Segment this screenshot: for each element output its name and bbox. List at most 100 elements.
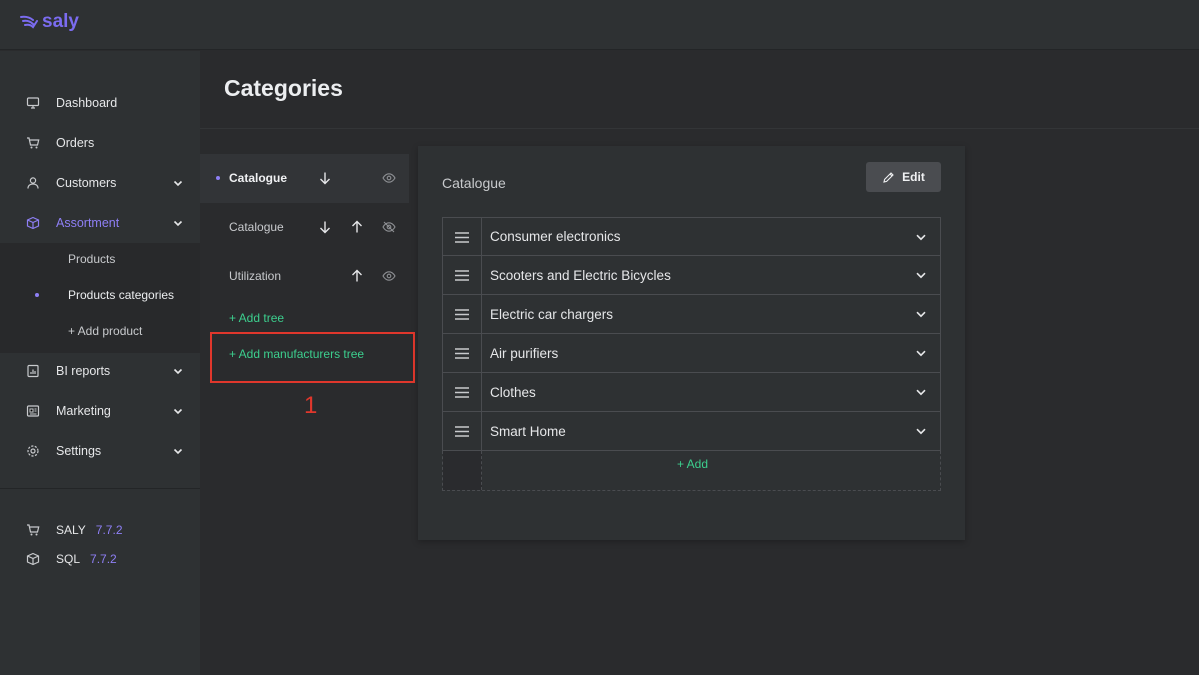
category-trees: Catalogue Catalogue Utilization + Add tr… xyxy=(200,130,415,675)
category-name: Clothes xyxy=(490,384,536,400)
version-saly: SALY 7.7.2 xyxy=(0,519,200,541)
cart-icon xyxy=(27,524,40,536)
drag-handle-icon[interactable] xyxy=(443,334,482,372)
tree-row[interactable]: Catalogue xyxy=(200,154,409,203)
category-row[interactable]: Clothes xyxy=(442,373,941,412)
add-category-link[interactable]: + Add xyxy=(443,457,942,471)
arrow-down-icon[interactable] xyxy=(317,219,333,235)
drag-handle-icon[interactable] xyxy=(443,373,482,411)
version-name: SALY xyxy=(56,523,86,537)
edit-button[interactable]: Edit xyxy=(866,162,941,192)
arrow-up-icon[interactable] xyxy=(349,268,365,284)
tree-row[interactable]: Catalogue xyxy=(200,203,409,252)
cart-icon xyxy=(26,136,40,150)
version-number: 7.7.2 xyxy=(95,523,123,537)
category-list: Consumer electronics Scooters and Electr… xyxy=(442,217,941,491)
gear-icon xyxy=(26,444,40,458)
user-icon xyxy=(26,176,40,190)
category-name: Electric car chargers xyxy=(490,306,614,322)
drag-handle-icon[interactable] xyxy=(443,295,482,333)
category-row[interactable]: Scooters and Electric Bicycles xyxy=(442,256,941,295)
chevron-down-icon[interactable] xyxy=(172,405,184,417)
sidebar-item-dashboard[interactable]: Dashboard xyxy=(0,83,200,123)
box-icon xyxy=(26,216,40,230)
drag-handle-icon[interactable] xyxy=(443,218,482,256)
sidebar: Dashboard Orders Customers Assortment Pr… xyxy=(0,51,200,675)
report-icon xyxy=(26,364,40,378)
chevron-down-icon[interactable] xyxy=(914,424,928,438)
chevron-down-icon[interactable] xyxy=(914,268,928,282)
add-tree-link[interactable]: + Add tree xyxy=(229,311,284,325)
panel-title: Catalogue xyxy=(442,175,506,191)
tree-name: Utilization xyxy=(229,269,282,283)
sidebar-item-label: Settings xyxy=(56,444,102,458)
chevron-down-icon[interactable] xyxy=(172,365,184,377)
category-row[interactable]: Electric car chargers xyxy=(442,295,941,334)
version-name: SQL xyxy=(56,552,81,566)
submenu-item-label: + Add product xyxy=(68,324,143,338)
sidebar-item-bi-reports[interactable]: BI reports xyxy=(0,351,200,391)
add-category-row: + Add xyxy=(442,451,941,491)
drag-handle-icon[interactable] xyxy=(443,412,482,450)
category-row[interactable]: Consumer electronics xyxy=(442,217,941,256)
box-icon xyxy=(26,552,40,566)
monitor-icon xyxy=(26,96,40,110)
page-header: Categories xyxy=(200,51,1199,129)
version-sql: SQL 7.7.2 xyxy=(0,548,200,570)
chevron-down-icon[interactable] xyxy=(172,217,184,229)
sidebar-item-orders[interactable]: Orders xyxy=(0,123,200,163)
page-title: Categories xyxy=(224,75,343,101)
chevron-down-icon[interactable] xyxy=(914,230,928,244)
chevron-down-icon[interactable] xyxy=(914,385,928,399)
sidebar-item-label: Orders xyxy=(56,136,95,150)
submenu-item-products[interactable]: Products xyxy=(0,243,200,275)
sidebar-item-label: BI reports xyxy=(56,364,111,378)
tree-name: Catalogue xyxy=(229,171,288,185)
arrow-down-icon[interactable] xyxy=(317,170,333,186)
app-logo[interactable]: saly xyxy=(20,11,79,33)
newspaper-icon xyxy=(26,404,40,418)
sidebar-item-label: Assortment xyxy=(56,216,120,230)
logo-text: saly xyxy=(42,11,79,32)
pencil-icon xyxy=(883,171,894,183)
active-indicator-dot xyxy=(35,293,39,297)
submenu-item-label: Products xyxy=(68,252,116,266)
catalogue-panel: Catalogue Edit Consumer electronics Scoo… xyxy=(418,146,965,540)
edit-button-label: Edit xyxy=(902,170,925,184)
category-name: Air purifiers xyxy=(490,345,559,361)
sidebar-divider xyxy=(0,488,200,489)
category-name: Smart Home xyxy=(490,423,566,439)
selected-indicator-dot xyxy=(216,176,220,180)
assortment-submenu: Products Products categories + Add produ… xyxy=(0,243,200,353)
sidebar-item-assortment[interactable]: Assortment xyxy=(0,203,200,243)
submenu-item-add-product[interactable]: + Add product xyxy=(0,315,200,347)
category-row[interactable]: Smart Home xyxy=(442,412,941,451)
sidebar-item-label: Customers xyxy=(56,176,117,190)
sidebar-item-label: Marketing xyxy=(56,404,111,418)
tree-name: Catalogue xyxy=(229,220,284,234)
chevron-down-icon[interactable] xyxy=(914,307,928,321)
saly-logo-icon xyxy=(20,15,38,29)
sidebar-item-marketing[interactable]: Marketing xyxy=(0,391,200,431)
submenu-item-products-categories[interactable]: Products categories xyxy=(0,279,200,311)
chevron-down-icon[interactable] xyxy=(172,445,184,457)
sidebar-item-label: Dashboard xyxy=(56,96,118,110)
drag-handle-icon[interactable] xyxy=(443,256,482,294)
eye-icon[interactable] xyxy=(381,170,397,186)
eye-icon[interactable] xyxy=(381,268,397,284)
chevron-down-icon[interactable] xyxy=(172,177,184,189)
annotation-highlight-box xyxy=(210,332,415,383)
tree-row[interactable]: Utilization xyxy=(200,252,409,301)
category-name: Scooters and Electric Bicycles xyxy=(490,267,671,283)
eye-off-icon[interactable] xyxy=(381,219,397,235)
sidebar-item-settings[interactable]: Settings xyxy=(0,431,200,471)
sidebar-item-customers[interactable]: Customers xyxy=(0,163,200,203)
annotation-number: 1 xyxy=(304,392,318,419)
version-number: 7.7.2 xyxy=(90,552,117,566)
category-row[interactable]: Air purifiers xyxy=(442,334,941,373)
chevron-down-icon[interactable] xyxy=(914,346,928,360)
submenu-item-label: Products categories xyxy=(68,288,175,302)
arrow-up-icon[interactable] xyxy=(349,219,365,235)
category-name: Consumer electronics xyxy=(490,229,621,244)
top-bar: saly xyxy=(0,0,1199,50)
